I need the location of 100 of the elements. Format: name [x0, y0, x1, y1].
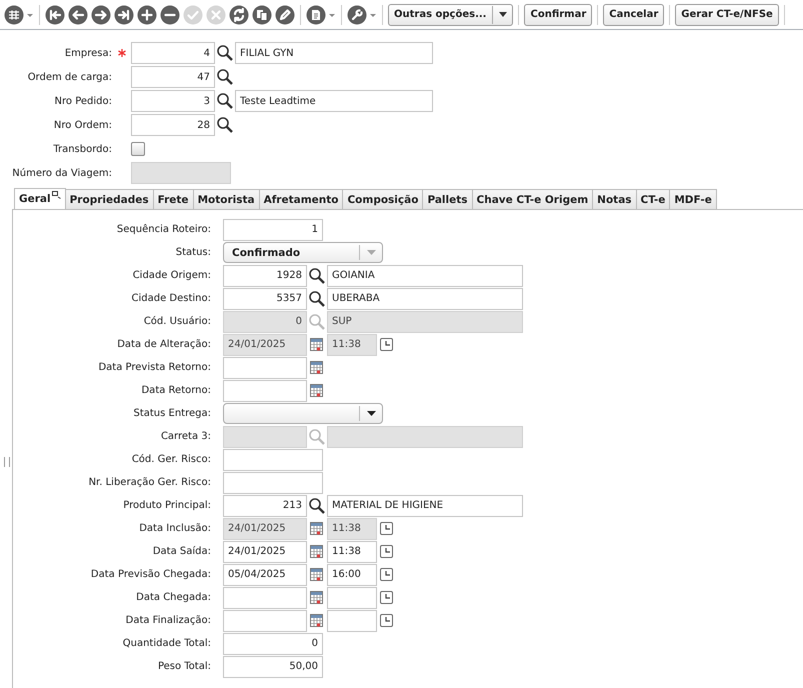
- code-field[interactable]: 28: [131, 114, 215, 136]
- caret-icon: [367, 411, 376, 416]
- first-record-icon[interactable]: [45, 4, 65, 24]
- calendar-icon[interactable]: [310, 522, 323, 535]
- field-label: Data Prevista Retorno:: [97, 362, 211, 373]
- field-label: Data Inclusão:: [138, 523, 211, 534]
- code-field[interactable]: 1928: [223, 264, 307, 286]
- search-icon[interactable]: [308, 266, 326, 284]
- toolbar-button[interactable]: Cancelar: [603, 4, 664, 26]
- tab[interactable]: Pallets: [422, 189, 473, 209]
- calendar-icon[interactable]: [310, 361, 323, 374]
- code-field[interactable]: 47: [131, 66, 215, 88]
- description-field[interactable]: Teste Leadtime: [235, 90, 433, 112]
- last-record-icon[interactable]: [114, 4, 134, 24]
- tab[interactable]: Geral: [14, 188, 66, 209]
- search-icon[interactable]: [216, 92, 234, 110]
- field-label: Carreta 3:: [160, 431, 211, 442]
- field-label: Cidade Origem:: [132, 270, 211, 281]
- calendar-icon[interactable]: [310, 384, 323, 397]
- number-field[interactable]: [223, 448, 323, 470]
- refresh-icon[interactable]: [229, 4, 249, 24]
- tab[interactable]: Notas: [592, 189, 637, 209]
- tab[interactable]: Propriedades: [64, 189, 154, 209]
- date-field[interactable]: [223, 356, 307, 378]
- date-field[interactable]: [223, 586, 307, 608]
- required-icon: [118, 49, 126, 57]
- time-field[interactable]: [327, 586, 377, 608]
- document-menu-icon[interactable]: [306, 4, 336, 24]
- pencil-icon[interactable]: [275, 4, 295, 24]
- field-label: Data Retorno:: [140, 385, 211, 396]
- caret-icon: [367, 250, 376, 255]
- clock-icon[interactable]: [380, 568, 393, 581]
- field-label: Data de Alteração:: [116, 339, 211, 350]
- date-field[interactable]: 05/04/2025: [223, 564, 307, 586]
- minus-icon[interactable]: [160, 4, 180, 24]
- code-field[interactable]: 5357: [223, 288, 307, 310]
- grid-menu-icon[interactable]: [4, 4, 34, 24]
- search-icon[interactable]: [216, 68, 234, 86]
- description-field[interactable]: FILIAL GYN: [235, 42, 433, 64]
- field-label: Cód. Usuário:: [142, 316, 211, 327]
- search-icon[interactable]: [308, 496, 326, 514]
- search-icon[interactable]: [308, 290, 326, 308]
- field-label: Sequência Roteiro:: [116, 224, 211, 235]
- time-field[interactable]: [327, 610, 377, 632]
- tab[interactable]: Motorista: [192, 189, 260, 209]
- clock-icon[interactable]: [380, 522, 393, 535]
- field-label: Status:: [174, 247, 211, 258]
- plus-icon[interactable]: [137, 4, 157, 24]
- code-field[interactable]: 4: [131, 42, 215, 64]
- field-label: Cód. Ger. Risco:: [130, 454, 211, 465]
- date-field[interactable]: [223, 610, 307, 632]
- field-label: Nro Pedido:: [54, 96, 112, 106]
- description-field[interactable]: UBERABA: [327, 288, 523, 310]
- code-field[interactable]: 213: [223, 494, 307, 516]
- tab[interactable]: Frete: [152, 189, 194, 209]
- toolbar-button[interactable]: Confirmar: [524, 4, 592, 26]
- tab[interactable]: Composição: [342, 189, 424, 209]
- tab[interactable]: Afretamento: [258, 189, 344, 209]
- clock-icon[interactable]: [380, 614, 393, 627]
- undock-icon[interactable]: [52, 191, 61, 199]
- tab[interactable]: MDF-e: [669, 189, 717, 209]
- field-label: Data Saída:: [152, 546, 211, 557]
- calendar-icon[interactable]: [310, 614, 323, 627]
- tab[interactable]: CT-e: [636, 189, 670, 209]
- toolbar-button[interactable]: Gerar CT-e/NFSe: [675, 4, 779, 26]
- code-field[interactable]: 3: [131, 90, 215, 112]
- number-field[interactable]: 50,00: [223, 656, 323, 678]
- time-field[interactable]: 11:38: [327, 540, 377, 562]
- options-dropdown[interactable]: Outras opções...: [388, 4, 514, 26]
- calendar-icon[interactable]: [310, 591, 323, 604]
- wrench-menu-icon[interactable]: [347, 4, 377, 24]
- date-field[interactable]: 24/01/2025: [223, 540, 307, 562]
- number-field[interactable]: 0: [223, 632, 323, 654]
- search-icon[interactable]: [216, 44, 234, 62]
- checkbox[interactable]: [131, 142, 145, 156]
- description-field[interactable]: GOIANIA: [327, 264, 523, 286]
- date-field[interactable]: [223, 380, 307, 402]
- calendar-icon[interactable]: [310, 568, 323, 581]
- calendar-icon[interactable]: [310, 545, 323, 558]
- field-label: Data Finalização:: [124, 615, 211, 626]
- description-field[interactable]: MATERIAL DE HIGIENE: [327, 494, 523, 516]
- field-label: Peso Total:: [156, 661, 211, 672]
- copy-icon[interactable]: [252, 4, 272, 24]
- number-field[interactable]: 1: [223, 218, 323, 240]
- field-label: Quantidade Total:: [122, 638, 211, 649]
- clock-icon[interactable]: [380, 545, 393, 558]
- field-label: Transbordo:: [52, 144, 112, 154]
- field-label: Data Previsão Chegada:: [90, 569, 211, 580]
- field-label: Nr. Liberação Ger. Risco:: [88, 477, 211, 488]
- splitter-handle[interactable]: [4, 457, 10, 467]
- clock-icon[interactable]: [380, 591, 393, 604]
- clock-icon[interactable]: [380, 338, 393, 351]
- field-label: Nro Ordem:: [52, 120, 112, 130]
- search-icon: [308, 428, 326, 446]
- time-field[interactable]: 16:00: [327, 564, 377, 586]
- search-icon[interactable]: [216, 116, 234, 134]
- calendar-icon[interactable]: [310, 338, 323, 351]
- number-field[interactable]: [223, 472, 323, 494]
- tab[interactable]: Chave CT-e Origem: [472, 189, 594, 209]
- field-label: Produto Principal:: [122, 500, 211, 511]
